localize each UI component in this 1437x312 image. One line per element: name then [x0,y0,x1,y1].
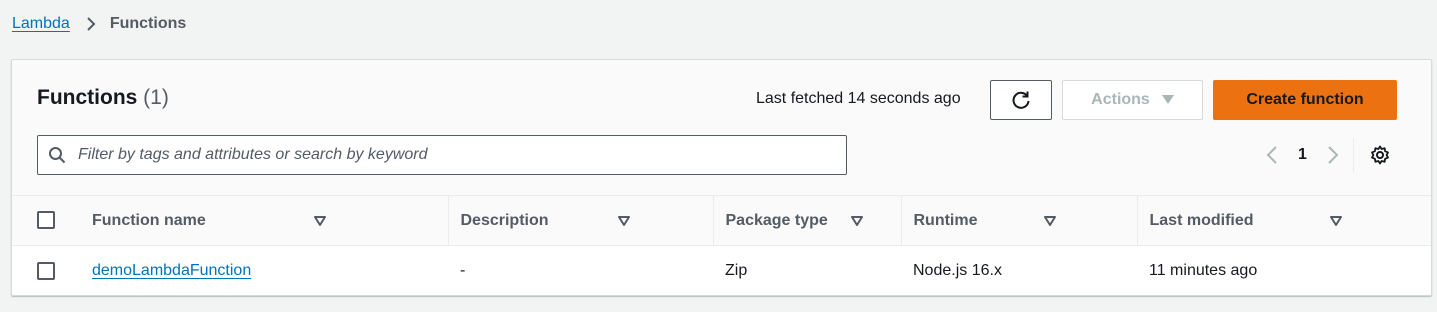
column-label: Package type [725,211,828,229]
search-input[interactable] [78,146,846,164]
sort-caret-icon [1330,215,1343,226]
page-number-button[interactable]: 1 [1298,146,1307,164]
chevron-left-icon [1266,146,1277,164]
select-all-cell [12,196,80,246]
sort-caret-icon [1044,215,1056,226]
column-label: Function name [92,211,206,229]
function-count: (1) [143,86,169,109]
column-header-function-name[interactable]: Function name [80,196,448,246]
column-label: Last modified [1149,211,1254,229]
column-label: Description [460,211,549,229]
functions-table: Function name Description Package type R… [12,195,1431,296]
column-label: Runtime [913,211,978,229]
caret-down-icon [1161,95,1174,104]
search-field [37,135,847,175]
sort-caret-icon [313,215,326,226]
actions-label: Actions [1091,91,1150,108]
next-page-button[interactable] [1323,143,1343,167]
function-name-link[interactable]: demoLambdaFunction [92,262,251,279]
column-header-runtime[interactable]: Runtime [900,195,1137,246]
breadcrumb-link-lambda[interactable]: Lambda [12,15,70,33]
column-header-last-modified[interactable]: Last modified [1136,195,1431,246]
last-modified-cell: 11 minutes ago [1149,261,1258,279]
select-all-checkbox[interactable] [37,211,55,230]
function-name-cell: demoLambdaFunction [80,246,448,296]
functions-panel: Functions (1) Last fetched 14 seconds ag… [11,59,1432,296]
row-checkbox[interactable] [37,261,55,280]
create-function-button[interactable]: Create function [1213,80,1397,120]
breadcrumb: Lambda Functions [12,15,186,33]
table-header-row: Function name Description Package type R… [12,195,1431,246]
chevron-right-icon [1328,146,1339,164]
chevron-right-icon [87,17,96,31]
table-row[interactable]: demoLambdaFunction - Zip Node.js 16.x 11… [12,245,1431,296]
package-type-cell: Zip [725,261,748,279]
refresh-button[interactable] [990,80,1052,120]
actions-dropdown-button[interactable]: Actions [1062,80,1203,120]
page-title: Functions (1) [37,86,169,110]
column-header-package-type[interactable]: Package type [712,195,901,246]
refresh-icon [1012,91,1030,109]
panel-title-text: Functions [37,86,138,109]
settings-gear-icon[interactable] [1370,145,1390,165]
pagination: 1 [1262,138,1390,172]
breadcrumb-current: Functions [109,15,187,32]
row-select-cell [12,246,80,296]
column-header-description[interactable]: Description [447,195,713,246]
sort-caret-icon [851,215,864,226]
search-icon [49,147,66,164]
previous-page-button[interactable] [1262,143,1282,167]
runtime-cell: Node.js 16.x [913,261,1002,279]
last-fetched-status: Last fetched 14 seconds ago [756,90,961,107]
pager-divider [1352,138,1354,172]
sort-caret-icon [617,215,630,226]
description-cell: - [460,261,466,279]
